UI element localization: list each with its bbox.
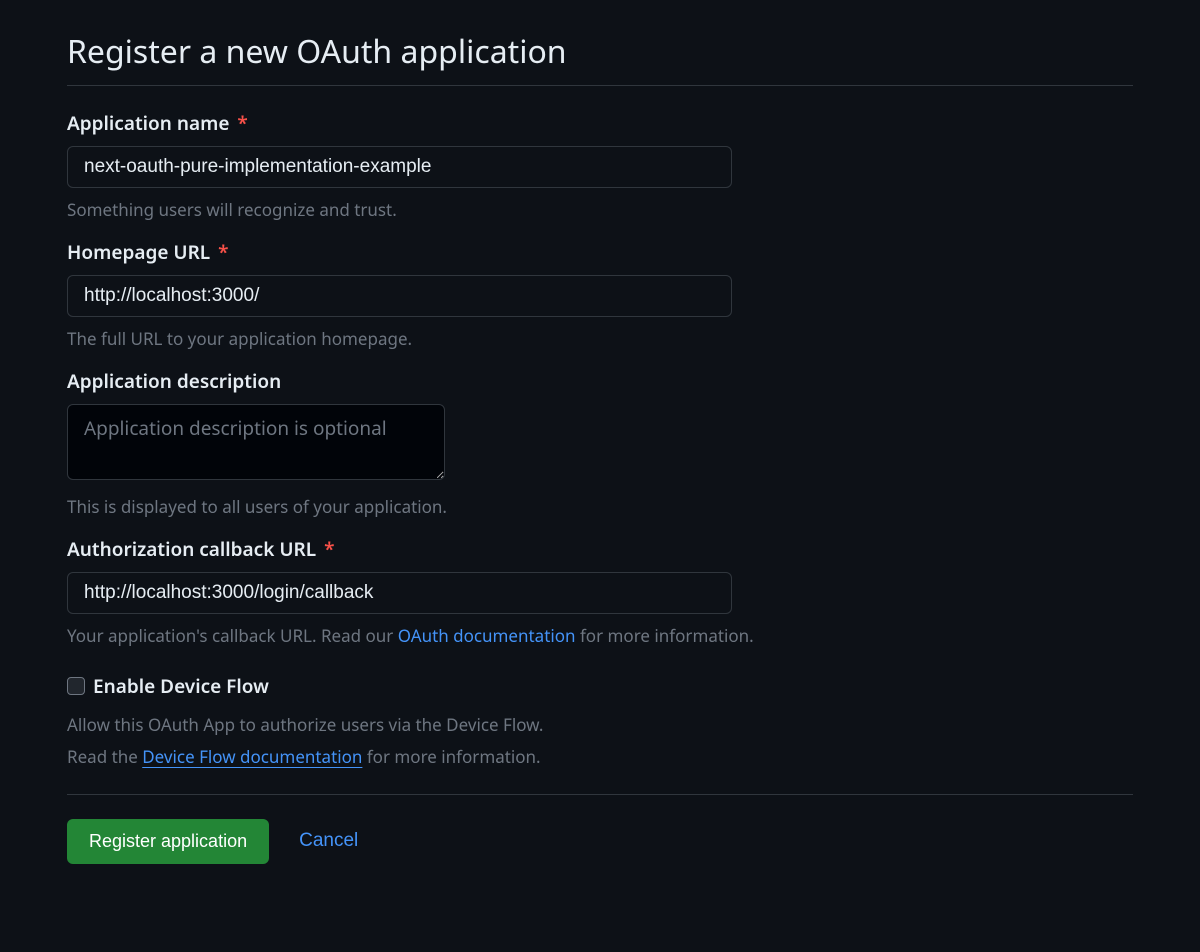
button-row: Register application Cancel: [67, 819, 1133, 864]
register-application-button[interactable]: Register application: [67, 819, 269, 864]
app-description-textarea[interactable]: [67, 404, 445, 480]
device-flow-hint-line2-prefix: Read the: [67, 745, 142, 768]
app-name-label-text: Application name: [67, 110, 229, 136]
device-flow-documentation-link[interactable]: Device Flow documentation: [142, 745, 362, 768]
callback-hint-prefix: Your application's callback URL. Read ou…: [67, 624, 398, 647]
cancel-button[interactable]: Cancel: [299, 830, 358, 852]
page-title: Register a new OAuth application: [67, 30, 1133, 86]
device-flow-hint-line1: Allow this OAuth App to authorize users …: [67, 713, 543, 736]
device-flow-checkbox-row: Enable Device Flow: [67, 673, 1133, 699]
homepage-url-group: Homepage URL * The full URL to your appl…: [67, 239, 1133, 350]
enable-device-flow-label: Enable Device Flow: [93, 673, 269, 699]
enable-device-flow-checkbox[interactable]: [67, 677, 85, 695]
callback-url-hint: Your application's callback URL. Read ou…: [67, 624, 1133, 647]
app-description-label: Application description: [67, 368, 1133, 394]
callback-url-input[interactable]: [67, 572, 732, 614]
required-asterisk-icon: *: [218, 239, 228, 265]
required-asterisk-icon: *: [237, 110, 247, 136]
app-name-input[interactable]: [67, 146, 732, 188]
app-description-group: Application description This is displaye…: [67, 368, 1133, 518]
divider: [67, 794, 1133, 795]
callback-url-label: Authorization callback URL *: [67, 536, 1133, 562]
callback-hint-suffix: for more information.: [576, 624, 754, 647]
app-name-hint: Something users will recognize and trust…: [67, 198, 1133, 221]
app-name-group: Application name * Something users will …: [67, 110, 1133, 221]
device-flow-hint-line2-suffix: for more information.: [362, 745, 540, 768]
app-description-label-text: Application description: [67, 368, 281, 394]
required-asterisk-icon: *: [324, 536, 334, 562]
device-flow-hint: Allow this OAuth App to authorize users …: [67, 709, 1133, 774]
oauth-documentation-link[interactable]: OAuth documentation: [398, 624, 576, 647]
homepage-url-label-text: Homepage URL: [67, 239, 210, 265]
app-description-hint: This is displayed to all users of your a…: [67, 495, 1133, 518]
callback-url-label-text: Authorization callback URL: [67, 536, 316, 562]
app-name-label: Application name *: [67, 110, 1133, 136]
callback-url-group: Authorization callback URL * Your applic…: [67, 536, 1133, 647]
homepage-url-label: Homepage URL *: [67, 239, 1133, 265]
homepage-url-hint: The full URL to your application homepag…: [67, 327, 1133, 350]
homepage-url-input[interactable]: [67, 275, 732, 317]
